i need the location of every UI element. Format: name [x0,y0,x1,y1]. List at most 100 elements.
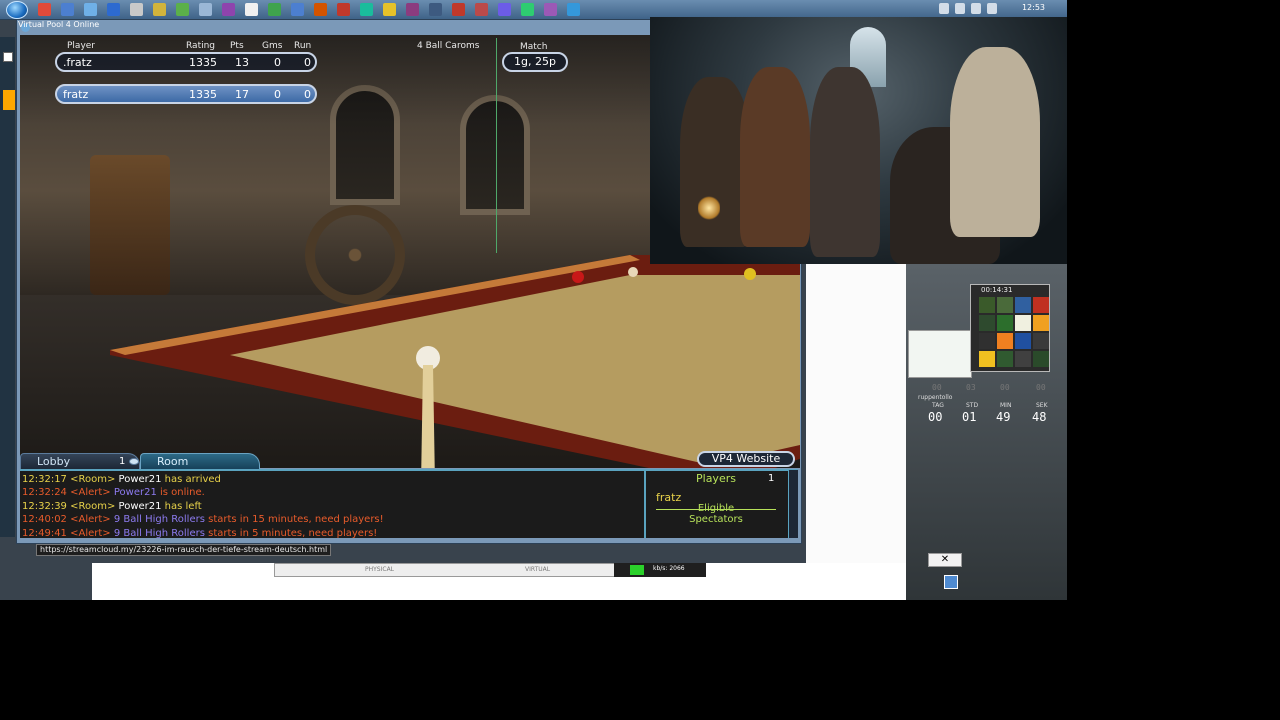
chat-channel: <Alert> [70,514,111,526]
chat-name: 9 Ball High Rollers [113,514,205,526]
chat-text: has arrived [161,474,221,485]
app-icon[interactable] [521,3,534,16]
url-tooltip: https://streamcloud.my/23226-im-rausch-d… [36,544,332,556]
app-icon[interactable] [268,3,281,16]
countdown-dim-min: 00 [1000,383,1010,392]
pool-table[interactable] [110,255,800,468]
app-icon[interactable] [314,3,327,16]
countdown-min: 49 [996,410,1011,424]
countdown-label-sek: SEK [1036,402,1048,409]
chat-log[interactable]: 12:32:17 <Room> Power21 has arrived 12:3… [20,469,644,538]
app-icon[interactable] [383,3,396,16]
tray-icon[interactable] [971,3,981,14]
app-icon[interactable] [475,3,488,16]
puzzle-tile[interactable] [979,297,995,313]
app-icon[interactable] [84,3,97,16]
players-header: Players [696,472,736,485]
chat-line: 12:49:41 <Alert> 9 Ball High Rollers sta… [22,527,644,538]
thumbnail-image[interactable] [908,330,972,378]
app-icon[interactable] [245,3,258,16]
player-gms: 0 [274,87,281,101]
app-icon[interactable] [222,3,235,16]
app-icon[interactable] [360,3,373,16]
puzzle-widget[interactable]: 00:14:31 [970,284,1050,372]
player-name: .fratz [63,55,92,69]
countdown-owner: ruppentollo [918,394,953,401]
white-ball [628,267,638,277]
player-row-1[interactable]: .fratz 1335 13 0 0 [55,52,317,72]
app-icon[interactable] [498,3,511,16]
app-icon[interactable] [130,3,143,16]
app-icon[interactable] [337,3,350,16]
countdown-std: 01 [962,410,977,424]
video-lamp [698,195,720,221]
tray-icon[interactable] [955,3,965,14]
vp4-website-button[interactable]: VP4 Website [697,451,795,467]
puzzle-tile[interactable] [1033,333,1049,349]
puzzle-tile[interactable] [997,351,1013,367]
puzzle-tile[interactable] [1033,351,1049,367]
puzzle-tile[interactable] [1015,315,1031,331]
player-rating: 1335 [189,87,217,101]
chat-time: 12:32:17 [22,474,67,485]
chat-channel: <Alert> [70,487,111,499]
app-icon[interactable] [567,3,580,16]
chevron-left-icon[interactable] [3,90,15,110]
puzzle-tile[interactable] [997,315,1013,331]
game-type: 4 Ball Caroms [417,41,480,51]
app-icon[interactable] [176,3,189,16]
virtual-label: VIRTUAL [525,566,551,573]
match-value: 1g, 25p [502,52,568,72]
puzzle-tile[interactable] [1015,333,1031,349]
puzzle-tile[interactable] [1033,297,1049,313]
player-rating: 1335 [189,55,217,69]
tab-room-label: Room [157,455,189,468]
tray-icon[interactable] [987,3,997,14]
tab-lobby[interactable]: Lobby 1 [20,453,140,469]
eye-icon[interactable] [129,458,139,465]
countdown-label-min: MIN [1000,402,1012,409]
scoreboard: Player Rating Pts Gms Run .fratz 1335 13… [55,39,575,109]
status-led [630,565,644,575]
chat-name: 9 Ball High Rollers [113,527,205,538]
app-icon[interactable] [429,3,442,16]
players-scrollbar[interactable] [788,470,798,538]
chat-name: Power21 [118,474,162,485]
start-button[interactable] [6,0,28,19]
browser-panel [806,264,906,564]
app-icon[interactable] [544,3,557,16]
puzzle-tile[interactable] [1015,297,1031,313]
tray-icon[interactable] [939,3,949,14]
app-icon[interactable] [406,3,419,16]
tab-room[interactable]: Room [140,453,260,469]
puzzle-tile[interactable] [997,333,1013,349]
app-icon[interactable] [291,3,304,16]
puzzle-tile[interactable] [1015,351,1031,367]
app-icon[interactable] [107,3,120,16]
player-row-2[interactable]: fratz 1335 17 0 0 [55,84,317,104]
puzzle-tile[interactable] [979,351,995,367]
app-icon[interactable] [61,3,74,16]
puzzle-tile[interactable] [997,297,1013,313]
chat-text: starts in 5 minutes, need players! [204,527,378,538]
red-ball [572,271,584,283]
puzzle-tile[interactable] [979,333,995,349]
window-title: Virtual Pool 4 Online [18,20,100,29]
player-run: 0 [304,87,311,101]
app-icon[interactable] [452,3,465,16]
puzzle-tile[interactable] [979,315,995,331]
app-icon[interactable] [38,3,51,16]
video-figure [810,67,880,257]
countdown-tag: 00 [928,410,943,424]
app-icon[interactable] [153,3,166,16]
taskbar-clock[interactable]: 12:53 [1022,3,1045,12]
close-icon[interactable]: ✕ [928,553,962,567]
aim-line [496,38,497,253]
video-player[interactable] [650,17,1067,264]
yellow-ball [744,268,756,280]
puzzle-tile[interactable] [1033,315,1049,331]
dropdown-button[interactable] [3,52,13,62]
app-icon[interactable] [199,3,212,16]
expand-icon[interactable] [944,575,958,589]
countdown-dim-sek: 00 [1036,383,1046,392]
